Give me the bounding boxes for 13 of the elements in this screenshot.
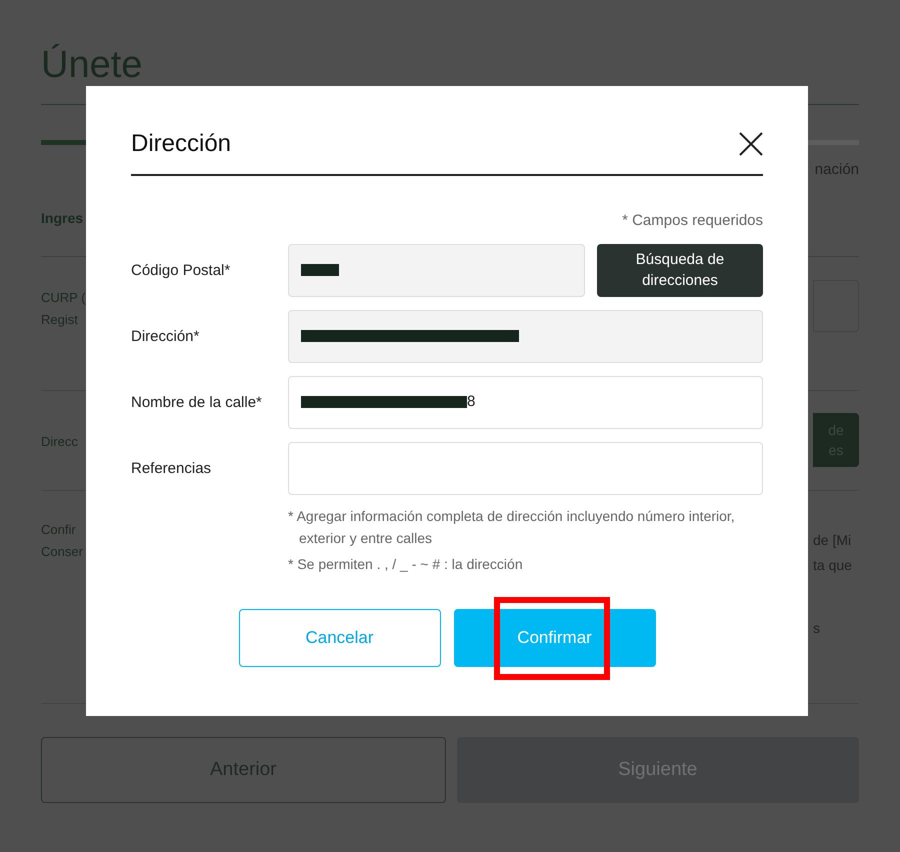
dialog-title: Dirección bbox=[131, 129, 232, 159]
field-label: Dirección* bbox=[131, 326, 200, 346]
field-label: Nombre de la calle* bbox=[131, 392, 263, 412]
field-label: Código Postal* bbox=[131, 260, 232, 280]
required-note: * Campos requeridos bbox=[622, 211, 763, 231]
confirm-button[interactable]: Confirmar bbox=[454, 608, 656, 666]
address-search-button[interactable]: Búsqueda de direcciones bbox=[597, 244, 763, 296]
close-icon[interactable] bbox=[739, 132, 763, 156]
text-field[interactable]: 8 bbox=[288, 376, 763, 428]
field-label: Referencias bbox=[131, 458, 212, 478]
cancel-button[interactable]: Cancelar bbox=[238, 608, 440, 666]
help-note: * Agregar información completa de dirección incluyendo número interior, exterior y entre calles bbox=[288, 506, 736, 548]
help-note: * Se permiten . , / _ - ~ # : la dirección bbox=[288, 554, 524, 574]
